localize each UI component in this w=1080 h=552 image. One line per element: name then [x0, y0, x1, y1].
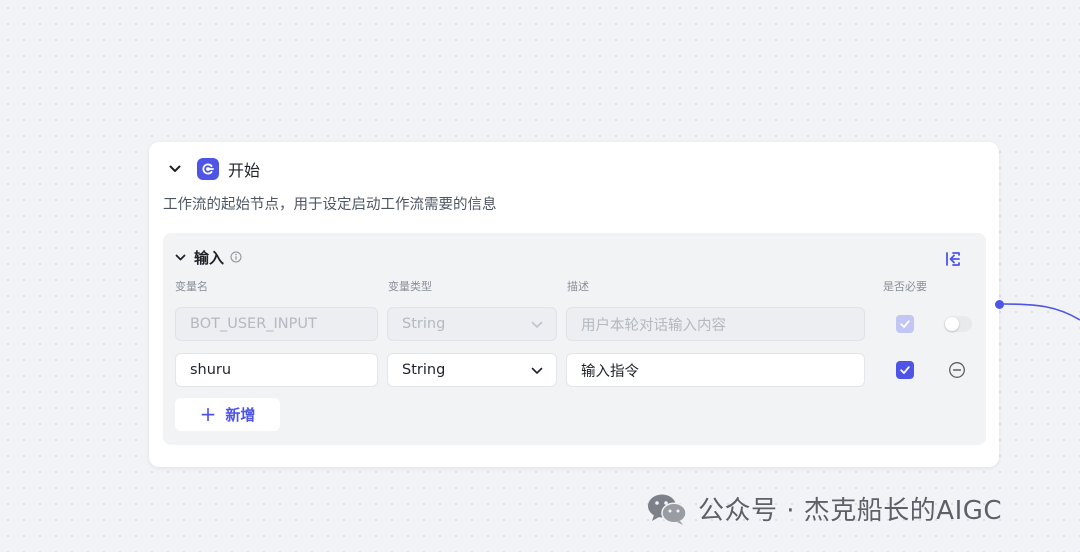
add-variable-button[interactable]: + 新增: [175, 398, 280, 431]
node-title: 开始: [228, 161, 261, 180]
connection-edge: [1003, 303, 1080, 321]
plus-icon: +: [199, 401, 217, 426]
chevron-down-icon[interactable]: [175, 252, 186, 263]
node-description: 工作流的起始节点，用于设定启动工作流需要的信息: [163, 197, 497, 213]
variable-type-select[interactable]: String: [387, 307, 557, 341]
watermark-text: 公众号 · 杰克船长的AIGC: [698, 496, 1003, 526]
column-header-name: 变量名: [175, 280, 208, 293]
start-node-icon: [197, 158, 219, 180]
watermark: 公众号 · 杰克船长的AIGC: [646, 490, 1002, 527]
variable-name-input[interactable]: BOT_USER_INPUT: [175, 307, 378, 341]
visibility-toggle[interactable]: [944, 316, 972, 332]
import-icon[interactable]: [943, 249, 963, 269]
variable-type-select[interactable]: String: [387, 353, 557, 387]
info-icon[interactable]: [230, 251, 242, 263]
remove-row-icon[interactable]: [948, 361, 966, 379]
inputs-title: 输入: [194, 248, 225, 267]
variable-type-value: String: [402, 316, 446, 332]
variable-description-input[interactable]: 输入指令: [566, 353, 865, 387]
start-node[interactable]: 开始 工作流的起始节点，用于设定启动工作流需要的信息 输入 变量名 变量类型 描…: [149, 142, 999, 467]
required-checkbox[interactable]: [896, 315, 914, 333]
column-header-description: 描述: [567, 280, 589, 293]
chevron-down-icon: [531, 367, 543, 374]
required-checkbox[interactable]: [896, 361, 914, 379]
wechat-icon: [648, 494, 687, 525]
chevron-down-icon[interactable]: [167, 161, 183, 177]
column-header-type: 变量类型: [388, 280, 432, 293]
add-variable-label: 新增: [225, 406, 256, 424]
variable-description-input[interactable]: 用户本轮对话输入内容: [566, 307, 865, 341]
column-header-required: 是否必要: [883, 280, 927, 293]
node-header: 开始: [167, 158, 260, 180]
variable-type-value: String: [402, 362, 446, 378]
chevron-down-icon: [531, 321, 543, 328]
inputs-panel: 输入 变量名 变量类型 描述 是否必要 BOT_USER_INPUT Strin…: [163, 233, 986, 445]
variable-name-input[interactable]: shuru: [175, 353, 378, 387]
inputs-header[interactable]: 输入: [175, 248, 242, 267]
toggle-knob: [945, 317, 959, 331]
